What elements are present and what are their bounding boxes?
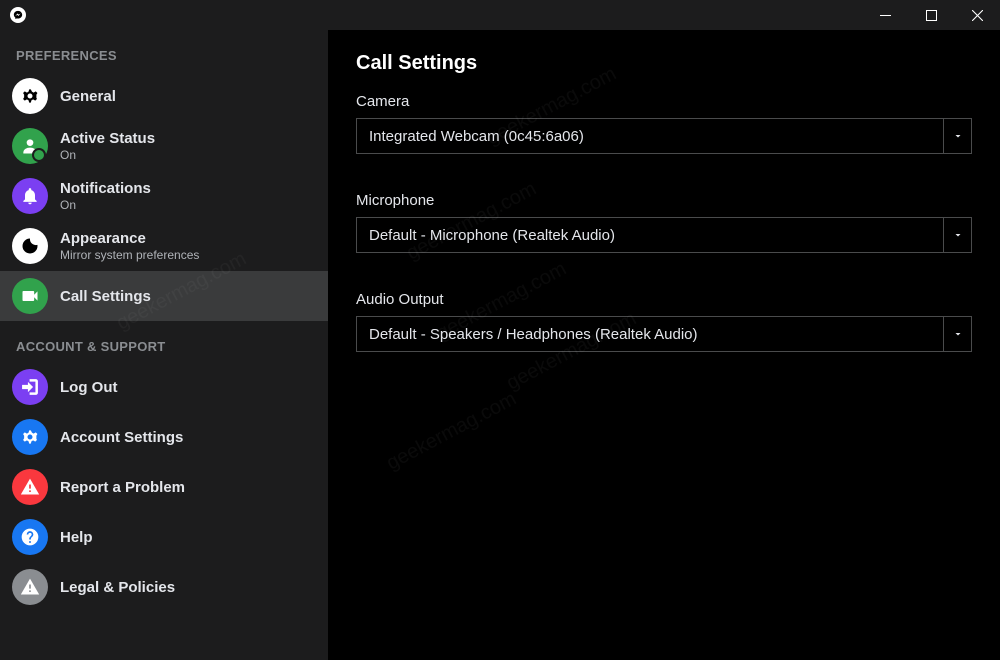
sidebar-item-active-status[interactable]: Active Status On (0, 121, 328, 171)
main-panel: Call Settings Camera Integrated Webcam (… (328, 30, 1000, 660)
warning-icon (12, 469, 48, 505)
warning-icon (12, 569, 48, 605)
sidebar-item-sub: On (60, 148, 155, 162)
chevron-down-icon (943, 119, 971, 153)
minimize-button[interactable] (862, 0, 908, 30)
moon-icon (12, 228, 48, 264)
chevron-down-icon (943, 317, 971, 351)
sidebar-item-label: Help (60, 529, 93, 546)
gear-icon (12, 419, 48, 455)
sidebar-item-general[interactable]: General (0, 71, 328, 121)
sidebar-item-call-settings[interactable]: Call Settings (0, 271, 328, 321)
sidebar-item-logout[interactable]: Log Out (0, 362, 328, 412)
window-controls (862, 0, 1000, 30)
microphone-select[interactable]: Default - Microphone (Realtek Audio) (356, 217, 972, 253)
section-header-preferences: PREFERENCES (0, 30, 328, 71)
sidebar-item-label: Account Settings (60, 429, 183, 446)
messenger-icon (10, 7, 26, 23)
close-button[interactable] (954, 0, 1000, 30)
active-status-icon (12, 128, 48, 164)
sidebar-item-sub: On (60, 198, 151, 212)
sidebar-item-label: Report a Problem (60, 479, 185, 496)
chevron-down-icon (943, 218, 971, 252)
sidebar-item-label: Active Status (60, 130, 155, 147)
camera-select[interactable]: Integrated Webcam (0c45:6a06) (356, 118, 972, 154)
microphone-value: Default - Microphone (Realtek Audio) (369, 227, 943, 244)
help-icon (12, 519, 48, 555)
audio-output-select[interactable]: Default - Speakers / Headphones (Realtek… (356, 316, 972, 352)
sidebar-item-label: Call Settings (60, 288, 151, 305)
sidebar-item-notifications[interactable]: Notifications On (0, 171, 328, 221)
microphone-field: Microphone Default - Microphone (Realtek… (356, 192, 972, 253)
sidebar-item-label: Log Out (60, 379, 117, 396)
sidebar-item-help[interactable]: Help (0, 512, 328, 562)
audio-output-field: Audio Output Default - Speakers / Headph… (356, 291, 972, 352)
camera-label: Camera (356, 93, 972, 110)
sidebar-item-label: Notifications (60, 180, 151, 197)
sidebar-item-account-settings[interactable]: Account Settings (0, 412, 328, 462)
bell-icon (12, 178, 48, 214)
sidebar-item-appearance[interactable]: Appearance Mirror system preferences (0, 221, 328, 271)
audio-output-value: Default - Speakers / Headphones (Realtek… (369, 326, 943, 343)
sidebar-item-sub: Mirror system preferences (60, 248, 199, 262)
page-title: Call Settings (356, 52, 972, 75)
camera-field: Camera Integrated Webcam (0c45:6a06) (356, 93, 972, 154)
sidebar-item-report-problem[interactable]: Report a Problem (0, 462, 328, 512)
microphone-label: Microphone (356, 192, 972, 209)
video-icon (12, 278, 48, 314)
titlebar-left (10, 7, 26, 23)
logout-icon (12, 369, 48, 405)
camera-value: Integrated Webcam (0c45:6a06) (369, 128, 943, 145)
sidebar-item-label: General (60, 88, 116, 105)
gear-icon (12, 78, 48, 114)
audio-output-label: Audio Output (356, 291, 972, 308)
section-header-account: ACCOUNT & SUPPORT (0, 321, 328, 362)
titlebar (0, 0, 1000, 30)
sidebar-item-legal[interactable]: Legal & Policies (0, 562, 328, 612)
sidebar-item-label: Legal & Policies (60, 579, 175, 596)
maximize-button[interactable] (908, 0, 954, 30)
sidebar-item-label: Appearance (60, 230, 199, 247)
sidebar: PREFERENCES General Active Status On (0, 30, 328, 660)
